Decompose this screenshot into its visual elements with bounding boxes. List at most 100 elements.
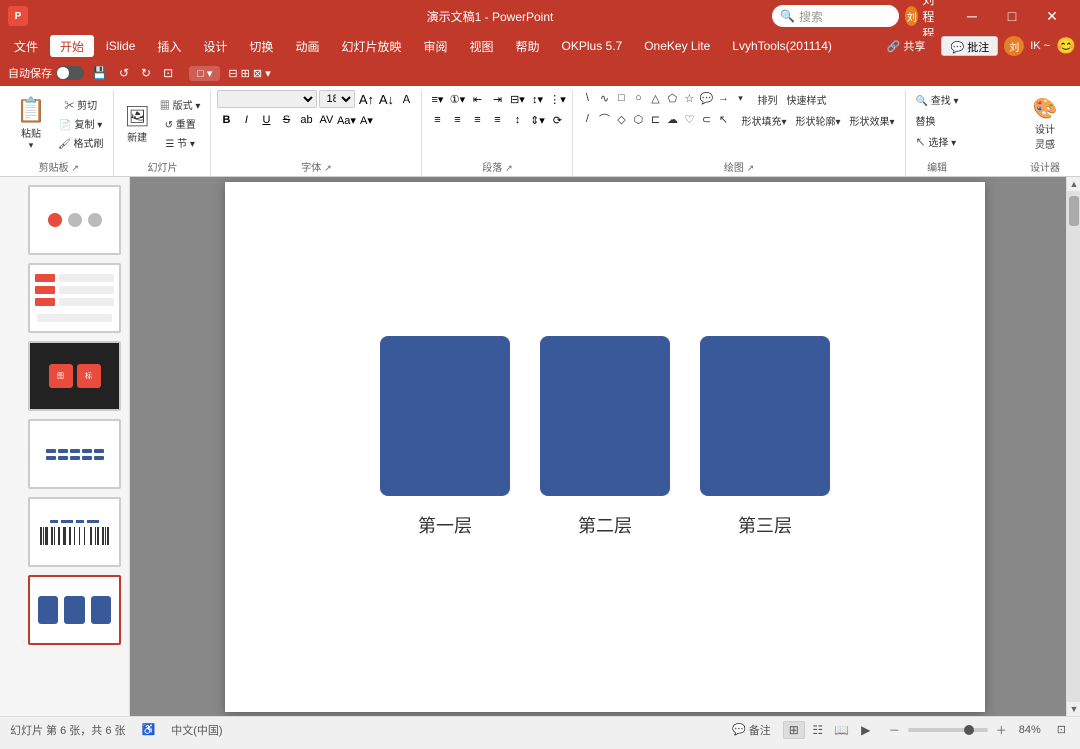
slide-3-thumbnail[interactable]: 图 标	[28, 341, 121, 411]
shape-star[interactable]: ☆	[681, 90, 697, 106]
accessibility-icon[interactable]: ♿	[142, 723, 156, 736]
smiley-icon[interactable]: 😊	[1056, 36, 1076, 56]
normal-view-button[interactable]: ⊞	[783, 721, 805, 739]
shape-arrow[interactable]: →	[715, 90, 731, 106]
shape-cloud[interactable]: ☁	[664, 111, 680, 127]
card-2[interactable]	[540, 336, 670, 496]
maximize-button[interactable]: □	[992, 5, 1032, 27]
slideshow-view-button[interactable]: ▶	[855, 721, 877, 739]
clear-format-button[interactable]: Ａ	[397, 90, 415, 108]
slide-5-thumbnail[interactable]	[28, 497, 121, 567]
scroll-thumb[interactable]	[1069, 196, 1079, 226]
card-3[interactable]	[700, 336, 830, 496]
indent-increase-button[interactable]: ⇥	[488, 90, 506, 108]
minimize-button[interactable]: ─	[952, 5, 992, 27]
redo-button[interactable]: ↻	[137, 64, 155, 82]
qa-arrange-group[interactable]: ⊟ ⊞ ⊠ ▾	[224, 65, 274, 82]
cut-button[interactable]: ✂ 剪切	[54, 96, 107, 114]
shape-pentagon[interactable]: ⬠	[664, 90, 680, 106]
close-button[interactable]: ✕	[1032, 5, 1072, 27]
select-button[interactable]: ↖ 选择 ▾	[912, 132, 961, 150]
undo-button[interactable]: ↺	[115, 64, 133, 82]
menu-item-home[interactable]: 开始	[50, 35, 94, 57]
align-center-button[interactable]: ≡	[448, 111, 466, 129]
slide-6-thumbnail[interactable]	[28, 575, 121, 645]
menu-item-view[interactable]: 视图	[459, 35, 503, 57]
shape-diamond[interactable]: ◇	[613, 111, 629, 127]
comment-button[interactable]: 💬 批注	[941, 36, 998, 56]
shape-line2[interactable]: /	[579, 111, 595, 127]
shape-rect[interactable]: □	[613, 90, 629, 106]
zoom-level[interactable]: 84%	[1015, 723, 1045, 737]
align-justify-button[interactable]: ≡	[488, 111, 506, 129]
menu-item-lvyh[interactable]: LvyhTools(201114)	[722, 35, 842, 57]
shape-line[interactable]: \	[579, 90, 595, 106]
zoom-out-button[interactable]: －	[885, 721, 904, 739]
qa-extra-button[interactable]: ⊡	[159, 64, 177, 82]
text-direction-button[interactable]: ↕▾	[528, 90, 546, 108]
para-spacing-button[interactable]: ⇕▾	[528, 111, 546, 129]
quick-style-button[interactable]: 快速样式	[782, 90, 830, 108]
menu-item-islide[interactable]: iSlide	[96, 35, 145, 57]
shape-triangle[interactable]: △	[647, 90, 663, 106]
slide-4-thumbnail[interactable]	[28, 419, 121, 489]
copy-button[interactable]: 📄 复制 ▾	[54, 115, 107, 133]
slide-format-control[interactable]: □ ▾	[189, 66, 220, 81]
font-size-increase[interactable]: A↑	[357, 90, 375, 108]
char-spacing-button[interactable]: AV	[317, 111, 335, 129]
reset-button[interactable]: ↺ 重置	[156, 115, 205, 133]
menu-item-okplus[interactable]: OKPlus 5.7	[552, 35, 633, 57]
window-controls[interactable]: ─ □ ✕	[952, 5, 1072, 27]
zoom-slider[interactable]	[908, 728, 988, 732]
align-left-button[interactable]: ≡	[428, 111, 446, 129]
slide-2-thumbnail[interactable]	[28, 263, 121, 333]
menu-item-slideshow[interactable]: 幻灯片放映	[331, 35, 411, 57]
slide-canvas[interactable]: 第一层 第二层 第三层	[225, 182, 985, 712]
scroll-down-button[interactable]: ▼	[1067, 702, 1080, 716]
card-1[interactable]	[380, 336, 510, 496]
column-button[interactable]: ⊟▾	[508, 90, 526, 108]
menu-item-review[interactable]: 审阅	[413, 35, 457, 57]
layout-button[interactable]: ▦ 版式 ▾	[156, 96, 205, 114]
section-button[interactable]: ☰ 节 ▾	[156, 134, 205, 152]
indent-decrease-button[interactable]: ⇤	[468, 90, 486, 108]
paste-button[interactable]: 📋 粘贴 ▾	[10, 96, 52, 151]
shape-circle[interactable]: ○	[630, 90, 646, 106]
bullet-list-button[interactable]: ≡▾	[428, 90, 446, 108]
find-button[interactable]: 🔍 查找 ▾	[912, 90, 963, 108]
shape-ribbon[interactable]: ⊂	[698, 111, 714, 127]
scroll-track[interactable]	[1067, 191, 1080, 702]
save-button[interactable]: 💾	[88, 64, 111, 82]
align-right-button[interactable]: ≡	[468, 111, 486, 129]
shape-callout[interactable]: 💬	[698, 90, 714, 106]
smart-art-button[interactable]: ⋮▾	[548, 90, 566, 108]
paste-dropdown[interactable]: ▾	[29, 140, 34, 151]
number-list-button[interactable]: ①▾	[448, 90, 466, 108]
strikethrough-button[interactable]: S	[277, 111, 295, 129]
menu-item-design[interactable]: 设计	[193, 35, 237, 57]
format-painter-button[interactable]: 🖌 格式刷	[54, 134, 107, 152]
design-tool-button[interactable]: 🎨 设计 灵感	[1020, 95, 1070, 153]
outline-view-button[interactable]: ☷	[807, 721, 829, 739]
menu-item-insert[interactable]: 插入	[147, 35, 191, 57]
fit-window-button[interactable]: ⊡	[1053, 722, 1070, 737]
shape-arc[interactable]: ⌒	[596, 111, 612, 127]
case-button[interactable]: Aa▾	[337, 111, 355, 129]
shape-curve[interactable]: ∿	[596, 90, 612, 106]
line-spacing-button[interactable]: ↕	[508, 111, 526, 129]
comment-panel-button[interactable]: 💬 备注	[728, 721, 775, 739]
reading-view-button[interactable]: 📖	[831, 721, 853, 739]
shape-effect-button[interactable]: 形状效果▾	[846, 111, 899, 129]
arrange-button[interactable]: 排列	[753, 90, 781, 108]
menu-item-animation[interactable]: 动画	[285, 35, 329, 57]
font-size-decrease[interactable]: A↓	[377, 90, 395, 108]
shape-more[interactable]: ▾	[732, 90, 748, 106]
scroll-up-button[interactable]: ▲	[1067, 177, 1080, 191]
convert-smartart-button[interactable]: ⟳	[548, 111, 566, 129]
font-size-select[interactable]: 18	[319, 90, 355, 108]
search-box[interactable]: 🔍 搜索	[772, 5, 899, 27]
autosave-toggle[interactable]	[56, 66, 84, 80]
new-slide-button[interactable]: 🖼 新建	[120, 95, 153, 153]
shape-outline-button[interactable]: 形状轮廓▾	[791, 111, 844, 129]
menu-item-file[interactable]: 文件	[4, 35, 48, 57]
